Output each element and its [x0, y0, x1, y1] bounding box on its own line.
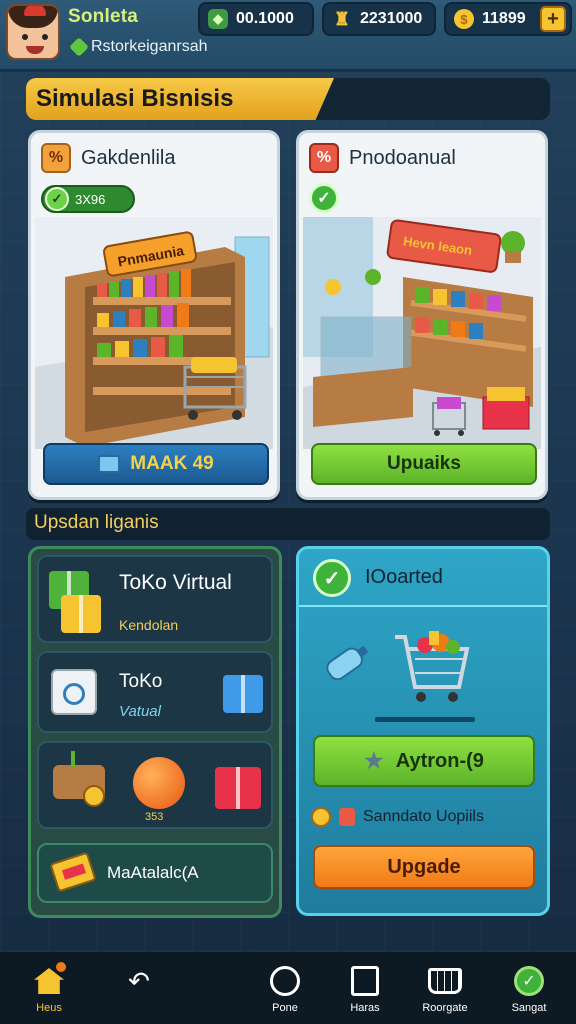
nav-label: Haras [350, 1002, 380, 1014]
nav-label: Sangat [511, 1002, 547, 1014]
coin-value: 11899 [482, 10, 526, 27]
box-icon [98, 455, 121, 473]
check-icon: ✓ [309, 183, 339, 213]
store-icon: % [41, 143, 71, 173]
avatar[interactable] [6, 4, 60, 60]
washing-machine-icon [51, 669, 97, 715]
detail-panel: ✓ IOoarted ★ Aytron-(9 Sanndato Uopiils … [296, 546, 550, 916]
cart-toy-icon [53, 751, 105, 807]
detail-header: ✓ IOoarted [299, 549, 547, 607]
trophy-counter[interactable]: ♜ 2231000 [322, 2, 436, 36]
cart-icon [428, 968, 462, 994]
nav-home[interactable]: Heus [14, 952, 84, 1024]
upgrade-tile-3[interactable]: 353 [37, 741, 273, 829]
cart-illustration [326, 631, 475, 722]
tile-subtitle: Kendolan [119, 617, 179, 633]
cash-icon: ◆ [208, 9, 228, 29]
trophy-icon: ♜ [333, 8, 351, 29]
store-illustration: Pnmaunia [35, 217, 273, 449]
circle-icon [270, 966, 300, 996]
coin-icon [311, 807, 331, 827]
tile-title: ToKo [119, 671, 163, 692]
cash-counter[interactable]: ◆ 00.1000 [198, 2, 314, 36]
trophy-value: 2231000 [360, 10, 423, 27]
coin-icon: $ [454, 9, 474, 29]
check-icon: ✓ [45, 187, 69, 211]
nav-label: Roorgate [422, 1002, 468, 1014]
store-icon: % [309, 143, 339, 173]
action-button-label: Aytron-(9 [395, 749, 484, 772]
info-text: Sanndato Uopiils [363, 808, 484, 825]
player-subtitle: Rstorkeiganrsah [69, 37, 208, 57]
cash-value: 00.1000 [236, 10, 294, 27]
nav-back[interactable]: ↶ [104, 952, 174, 1024]
player-name: Sonleta [68, 6, 139, 27]
store-illustration: Hevn Ieaon [303, 217, 541, 449]
info-row: Sanndato Uopiils [311, 807, 484, 827]
nav-sangat[interactable]: ✓ Sangat [494, 952, 564, 1024]
gift-icon [61, 595, 101, 633]
tile-subtitle: Vatual [119, 703, 161, 720]
section-title: Simulasi Bisnisis [26, 78, 334, 120]
level-badge: ✓ 3X96 [41, 185, 135, 213]
store-2-button[interactable]: Upuaiks [311, 443, 537, 485]
tile-number: 353 [145, 811, 164, 823]
bottom-nav: Heus ↶ Pone Haras Roorgate ✓ Sangat [0, 950, 576, 1024]
nav-pone[interactable]: Pone [250, 952, 320, 1024]
star-icon: ★ [364, 748, 384, 773]
top-bar: Sonleta Rstorkeiganrsah ◆ 00.1000 ♜ 2231… [0, 0, 576, 72]
store-2-button-label: Upuaiks [387, 453, 461, 474]
battery-icon [49, 851, 97, 893]
coin-counter[interactable]: $ 11899 + [444, 2, 572, 36]
action-button[interactable]: ★ Aytron-(9 [313, 735, 535, 787]
upgrade-tile-2[interactable]: ToKo Vatual [37, 651, 273, 733]
leaf-icon [69, 37, 89, 57]
notification-dot [56, 962, 66, 972]
store-1-button-label: MAAK 49 [130, 453, 214, 474]
nav-haras[interactable]: Haras [330, 952, 400, 1024]
tile-title: MaAtalalc(A [107, 863, 199, 882]
gift-icon [215, 767, 261, 809]
level-text: 3X96 [75, 191, 106, 207]
gear-icon: ✓ [514, 966, 544, 996]
upgrades-title: Upsdan liganis [34, 512, 159, 533]
nav-label: Heus [36, 1002, 62, 1014]
check-icon: ✓ [313, 559, 351, 597]
tile-title: ToKo Virtual [119, 571, 232, 594]
store-card-2[interactable]: % Pnodoanual ✓ Hevn Ieaon Upuaiks [296, 130, 548, 500]
nav-roorgate[interactable]: Roorgate [410, 952, 480, 1024]
store-title: Pnodoanual [349, 146, 456, 169]
upgrades-panel: ToKo Virtual Kendolan ToKo Vatual 353 Ma… [28, 546, 282, 918]
upgrade-tile-4[interactable]: MaAtalalc(A [37, 843, 273, 903]
store-title: Gakdenlila [81, 146, 176, 169]
upgrade-button[interactable]: Upgade [313, 845, 535, 889]
store-card-1[interactable]: % Gakdenlila ✓ 3X96 Pnmaunia MAAK 49 [28, 130, 280, 500]
nav-label: Pone [272, 1002, 298, 1014]
box-icon [351, 966, 379, 996]
orange-icon [133, 757, 185, 809]
detail-title: IOoarted [365, 566, 443, 588]
back-icon: ↶ [128, 965, 150, 996]
player-subtitle-text: Rstorkeiganrsah [91, 38, 208, 55]
add-coins-button[interactable]: + [540, 6, 566, 32]
upgrade-tile-1[interactable]: ToKo Virtual Kendolan [37, 555, 273, 643]
gift-icon [223, 675, 263, 713]
store-1-button[interactable]: MAAK 49 [43, 443, 269, 485]
tag-icon [339, 808, 355, 826]
